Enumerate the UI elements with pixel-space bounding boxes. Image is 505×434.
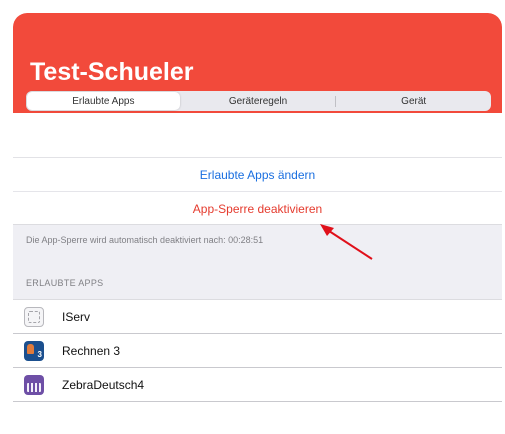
allowed-apps-list: IServ 3 Rechnen 3 ZebraDeutsch4: [13, 299, 502, 434]
header-bar: Test-Schueler Erlaubte Apps Geräteregeln…: [13, 13, 502, 113]
content-top-band: [13, 113, 502, 157]
allowed-apps-heading: ERLAUBTE APPS: [26, 278, 104, 288]
change-allowed-apps-button[interactable]: Erlaubte Apps ändern: [13, 158, 502, 192]
list-item[interactable]: ZebraDeutsch4: [13, 368, 502, 402]
disable-app-lock-button[interactable]: App-Sperre deaktivieren: [13, 192, 502, 225]
rechnen-3-app-icon: 3: [24, 340, 44, 361]
tab-erlaubte-apps[interactable]: Erlaubte Apps: [27, 92, 180, 110]
auto-disable-note: Die App-Sperre wird automatisch deaktivi…: [26, 235, 264, 245]
iserv-app-icon: [24, 306, 44, 327]
app-name: IServ: [62, 309, 91, 324]
tab-geraeteregeln[interactable]: Geräteregeln: [182, 92, 335, 110]
app-name: ZebraDeutsch4: [62, 377, 145, 392]
tab-geraet[interactable]: Gerät: [337, 92, 490, 110]
zebradeutsch-app-icon: [24, 374, 44, 395]
app-window: Test-Schueler Erlaubte Apps Geräteregeln…: [13, 13, 502, 434]
list-item[interactable]: 3 Rechnen 3: [13, 334, 502, 368]
page-title: Test-Schueler: [30, 58, 194, 86]
red-arrow-icon: [320, 224, 373, 260]
segmented-control: Erlaubte Apps Geräteregeln Gerät: [26, 91, 491, 111]
app-name: Rechnen 3: [62, 343, 121, 358]
segment-divider: [335, 95, 337, 107]
list-item[interactable]: IServ: [13, 300, 502, 334]
actions-group: Erlaubte Apps ändern App-Sperre deaktivi…: [13, 157, 502, 225]
